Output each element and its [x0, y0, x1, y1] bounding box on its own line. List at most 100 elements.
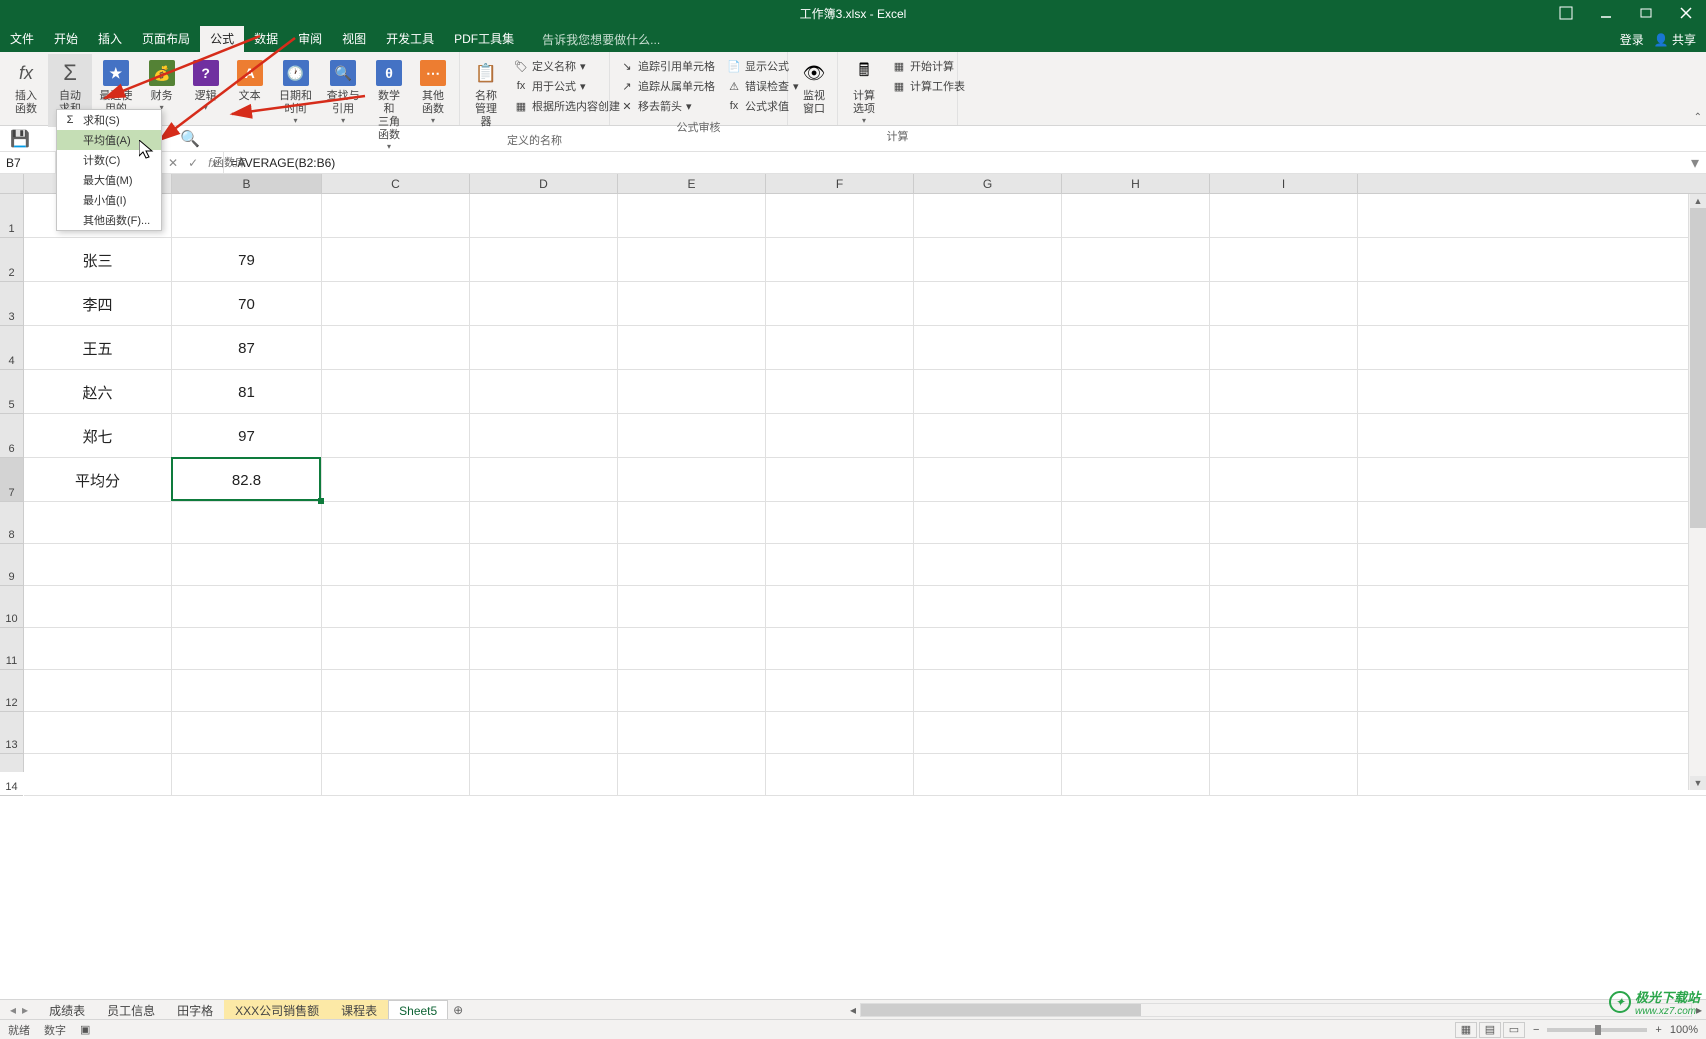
cell-A11[interactable]: [24, 628, 172, 670]
cell-G12[interactable]: [914, 670, 1062, 712]
vertical-scrollbar[interactable]: ▲ ▼: [1688, 194, 1706, 790]
cell-I9[interactable]: [1210, 544, 1358, 586]
cell-H11[interactable]: [1062, 628, 1210, 670]
menu-tab-PDF工具集[interactable]: PDF工具集: [444, 26, 524, 52]
cell-A2[interactable]: 张三: [24, 238, 172, 282]
cell-C3[interactable]: [322, 282, 470, 326]
menu-tab-开发工具[interactable]: 开发工具: [376, 26, 444, 52]
add-sheet-button[interactable]: ⊕: [448, 1003, 468, 1017]
cell-G9[interactable]: [914, 544, 1062, 586]
cell-I3[interactable]: [1210, 282, 1358, 326]
cell-I10[interactable]: [1210, 586, 1358, 628]
cell-B10[interactable]: [172, 586, 322, 628]
cell-D9[interactable]: [470, 544, 618, 586]
create-from-selection-button[interactable]: ▦根据所选内容创建: [514, 97, 620, 115]
financial-button[interactable]: 💰 财务▾: [140, 54, 184, 114]
cell-F11[interactable]: [766, 628, 914, 670]
cell-E11[interactable]: [618, 628, 766, 670]
menu-tab-开始[interactable]: 开始: [44, 26, 88, 52]
cell-B13[interactable]: [172, 712, 322, 754]
cell-E8[interactable]: [618, 502, 766, 544]
cell-D7[interactable]: [470, 458, 618, 502]
cell-H12[interactable]: [1062, 670, 1210, 712]
ribbon-display-options[interactable]: [1546, 0, 1586, 26]
sheet-tab-员工信息[interactable]: 员工信息: [96, 1000, 166, 1020]
row-header-7[interactable]: 7: [0, 458, 23, 502]
cell-C14[interactable]: [322, 754, 470, 796]
select-all-corner[interactable]: [0, 174, 24, 193]
cell-C1[interactable]: [322, 194, 470, 238]
name-manager-button[interactable]: 📋 名称 管理器: [464, 54, 508, 131]
fill-handle[interactable]: [318, 498, 324, 504]
cell-I13[interactable]: [1210, 712, 1358, 754]
cell-I11[interactable]: [1210, 628, 1358, 670]
zoom-level[interactable]: 100%: [1670, 1024, 1698, 1036]
cell-E7[interactable]: [618, 458, 766, 502]
minimize-button[interactable]: [1586, 0, 1626, 26]
menu-tab-审阅[interactable]: 审阅: [288, 26, 332, 52]
cell-G3[interactable]: [914, 282, 1062, 326]
menu-tab-数据[interactable]: 数据: [244, 26, 288, 52]
cell-D2[interactable]: [470, 238, 618, 282]
row-header-10[interactable]: 10: [0, 586, 23, 628]
sheet-tab-Sheet5[interactable]: Sheet5: [388, 1000, 448, 1020]
cell-F12[interactable]: [766, 670, 914, 712]
cell-D5[interactable]: [470, 370, 618, 414]
cell-F8[interactable]: [766, 502, 914, 544]
cell-G14[interactable]: [914, 754, 1062, 796]
menu-tab-公式[interactable]: 公式: [200, 26, 244, 52]
cell-D14[interactable]: [470, 754, 618, 796]
cell-D6[interactable]: [470, 414, 618, 458]
cell-B8[interactable]: [172, 502, 322, 544]
cell-F5[interactable]: [766, 370, 914, 414]
cell-I4[interactable]: [1210, 326, 1358, 370]
trace-dependents-button[interactable]: ↗追踪从属单元格: [620, 77, 715, 95]
cell-C13[interactable]: [322, 712, 470, 754]
cell-B14[interactable]: [172, 754, 322, 796]
menu-tab-视图[interactable]: 视图: [332, 26, 376, 52]
column-header-H[interactable]: H: [1062, 174, 1210, 193]
cell-H7[interactable]: [1062, 458, 1210, 502]
cell-A8[interactable]: [24, 502, 172, 544]
math-button[interactable]: θ 数学和 三角函数▾: [367, 54, 411, 153]
cell-F1[interactable]: [766, 194, 914, 238]
share-button[interactable]: 👤 共享: [1654, 31, 1696, 48]
cell-E3[interactable]: [618, 282, 766, 326]
cell-C5[interactable]: [322, 370, 470, 414]
cell-I6[interactable]: [1210, 414, 1358, 458]
close-button[interactable]: [1666, 0, 1706, 26]
column-header-D[interactable]: D: [470, 174, 618, 193]
cell-I1[interactable]: [1210, 194, 1358, 238]
normal-view-button[interactable]: ▦: [1455, 1022, 1477, 1038]
column-header-B[interactable]: B: [172, 174, 322, 193]
cell-A14[interactable]: [24, 754, 172, 796]
cell-D11[interactable]: [470, 628, 618, 670]
cell-H14[interactable]: [1062, 754, 1210, 796]
zoom-in-button[interactable]: +: [1655, 1024, 1661, 1036]
scroll-down-button[interactable]: ▼: [1690, 776, 1706, 790]
cell-B9[interactable]: [172, 544, 322, 586]
sheet-tab-XXX公司销售额[interactable]: XXX公司销售额: [224, 1000, 330, 1020]
menu-tab-文件[interactable]: 文件: [0, 26, 44, 52]
cell-F4[interactable]: [766, 326, 914, 370]
cell-A3[interactable]: 李四: [24, 282, 172, 326]
menu-tab-页面布局[interactable]: 页面布局: [132, 26, 200, 52]
cell-E13[interactable]: [618, 712, 766, 754]
cell-E6[interactable]: [618, 414, 766, 458]
cell-C4[interactable]: [322, 326, 470, 370]
calculation-options-button[interactable]: 🖩 计算选项▾: [842, 54, 886, 127]
cell-G13[interactable]: [914, 712, 1062, 754]
tab-nav-first[interactable]: ◂: [10, 1003, 16, 1017]
cell-H4[interactable]: [1062, 326, 1210, 370]
cell-A9[interactable]: [24, 544, 172, 586]
cell-C9[interactable]: [322, 544, 470, 586]
trace-precedents-button[interactable]: ↘追踪引用单元格: [620, 57, 715, 75]
cell-G8[interactable]: [914, 502, 1062, 544]
cell-E4[interactable]: [618, 326, 766, 370]
zoom-out-button[interactable]: −: [1533, 1024, 1539, 1036]
cell-H2[interactable]: [1062, 238, 1210, 282]
row-header-14[interactable]: 14: [0, 754, 23, 796]
cell-D13[interactable]: [470, 712, 618, 754]
cell-D1[interactable]: [470, 194, 618, 238]
cell-E10[interactable]: [618, 586, 766, 628]
